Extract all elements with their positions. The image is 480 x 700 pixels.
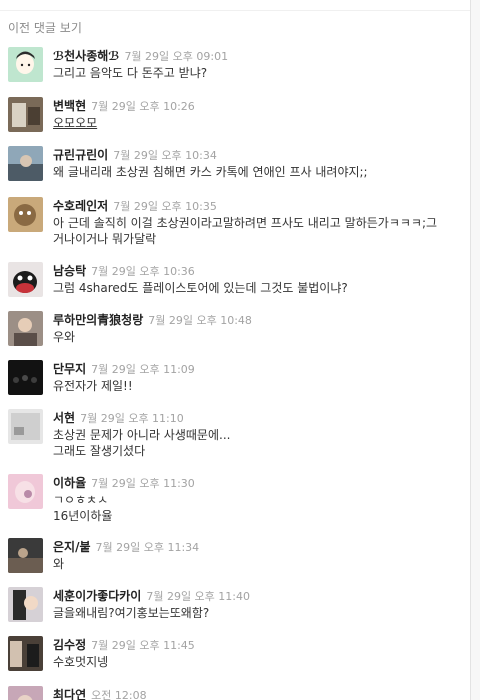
top-divider xyxy=(0,10,470,11)
photo-avatar-icon[interactable] xyxy=(8,146,43,181)
comment-text-line: 유전자가 제일!! xyxy=(53,379,133,393)
comment-author-name[interactable]: 이하율 xyxy=(53,476,86,490)
comment-meta: 단무지 7월 29일 오후 11:09 xyxy=(53,360,463,376)
comment-author-name[interactable]: 규린규린이 xyxy=(53,148,108,162)
cartoon-boy-avatar-icon[interactable] xyxy=(8,47,43,82)
comment-text-line: 오모오모 xyxy=(53,116,98,130)
comment-timestamp: 7월 29일 오후 11:45 xyxy=(91,639,195,652)
photo-avatar-icon[interactable] xyxy=(8,686,43,700)
comment-meta: 은지/붙 7월 29일 오후 11:34 xyxy=(53,538,463,554)
comment-text: ㄱㅇㅎㅊㅅ 16년이하율 xyxy=(53,492,463,524)
comment-timestamp: 7월 29일 오후 10:34 xyxy=(113,149,217,162)
comment-timestamp: 7월 29일 오후 11:30 xyxy=(91,477,195,490)
comment-text: 초상권 문제가 아니라 사생때문에... 그래도 잘생기셨다 xyxy=(53,427,463,459)
comment-timestamp: 7월 29일 오후 11:09 xyxy=(91,363,195,376)
comment-meta: 남승탁 7월 29일 오후 10:36 xyxy=(53,262,463,278)
photo-avatar-icon[interactable] xyxy=(8,636,43,671)
comment-text: 수호멋지넹 xyxy=(53,654,463,670)
comment-meta: 최다연 오전 12:08 xyxy=(53,686,463,700)
comment-timestamp: 7월 29일 오후 10:35 xyxy=(113,200,217,213)
dark-group-photo-avatar-icon[interactable] xyxy=(8,360,43,395)
comment-meta: 루하만의青狼청랑 7월 29일 오후 10:48 xyxy=(53,311,463,327)
comment-text-line: 우와 xyxy=(53,330,76,344)
photo-avatar-icon[interactable] xyxy=(8,409,43,444)
comment-timestamp: 오전 12:08 xyxy=(91,689,147,700)
penguin-avatar-icon[interactable] xyxy=(8,262,43,297)
comment-text: 그럼 4shared도 플레이스토어에 있는데 그것도 불법이냐? xyxy=(53,280,463,296)
comment-body: ℬ천사종해ℬ 7월 29일 오후 09:01 그리고 음악도 다 돈주고 받냐? xyxy=(53,47,463,81)
comment-text-line: 거나이거나 뭐가달락 xyxy=(53,232,157,246)
comment-text: 우와 xyxy=(53,329,463,345)
comment-meta: 변백현 7월 29일 오후 10:26 xyxy=(53,97,463,113)
comment-author-name[interactable]: 서현 xyxy=(53,411,75,425)
comment-text-line: 그럼 4shared도 플레이스토어에 있는데 그것도 불법이냐? xyxy=(53,281,348,295)
comment-text: 오모오모 xyxy=(53,115,463,131)
photo-avatar-icon[interactable] xyxy=(8,311,43,346)
comment-text-line: 와 xyxy=(53,557,65,571)
comment-author-name[interactable]: 세훈이가좋다카이 xyxy=(53,589,141,603)
comment-text-line: 수호멋지넹 xyxy=(53,655,109,669)
comment-body: 루하만의青狼청랑 7월 29일 오후 10:48 우와 xyxy=(53,311,463,345)
comment-author-name[interactable]: ℬ천사종해ℬ xyxy=(53,49,119,63)
comment-meta: 서현 7월 29일 오후 11:10 xyxy=(53,409,463,425)
comment-body: 김수정 7월 29일 오후 11:45 수호멋지넹 xyxy=(53,636,463,670)
comment-timestamp: 7월 29일 오후 11:40 xyxy=(146,590,250,603)
comment-text: 와 xyxy=(53,556,463,572)
comment-author-name[interactable]: 단무지 xyxy=(53,362,86,376)
comment-text-line: 그리고 음악도 다 돈주고 받냐? xyxy=(53,66,208,80)
comments-panel: 이전 댓글 보기 ℬ천사종해ℬ 7월 29일 오후 09:01 그리고 음악도 다 … xyxy=(0,0,471,700)
comment-meta: 김수정 7월 29일 오후 11:45 xyxy=(53,636,463,652)
comment-author-name[interactable]: 은지/붙 xyxy=(53,540,91,554)
comment-body: 남승탁 7월 29일 오후 10:36 그럼 4shared도 플레이스토어에 있는… xyxy=(53,262,463,296)
comment-body: 세훈이가좋다카이 7월 29일 오후 11:40 글을왜내림?여기홍보는또왜함? xyxy=(53,587,463,621)
comment-meta: 수호레인저 7월 29일 오후 10:35 xyxy=(53,197,463,213)
comment-timestamp: 7월 29일 오후 10:48 xyxy=(148,314,252,327)
prev-comments-link[interactable]: 이전 댓글 보기 xyxy=(8,19,82,36)
comment-text-line: 그래도 잘생기셨다 xyxy=(53,444,146,458)
comment-body: 단무지 7월 29일 오후 11:09 유전자가 제일!! xyxy=(53,360,463,394)
comment-timestamp: 7월 29일 오후 11:10 xyxy=(80,412,184,425)
comment-author-name[interactable]: 루하만의青狼청랑 xyxy=(53,313,143,327)
comment-text: 유전자가 제일!! xyxy=(53,378,463,394)
comment-text-line: 글을왜내림?여기홍보는또왜함? xyxy=(53,606,210,620)
comment-author-name[interactable]: 김수정 xyxy=(53,638,86,652)
comment-meta: 이하율 7월 29일 오후 11:30 xyxy=(53,474,463,490)
comment-text: 글을왜내림?여기홍보는또왜함? xyxy=(53,605,463,621)
photo-avatar-icon[interactable] xyxy=(8,538,43,573)
comment-body: 변백현 7월 29일 오후 10:26 오모오모 xyxy=(53,97,463,131)
comment-body: 은지/붙 7월 29일 오후 11:34 와 xyxy=(53,538,463,572)
comment-timestamp: 7월 29일 오후 10:26 xyxy=(91,100,195,113)
scrollbar[interactable] xyxy=(471,0,480,700)
comment-timestamp: 7월 29일 오후 10:36 xyxy=(91,265,195,278)
photo-avatar-icon[interactable] xyxy=(8,474,43,509)
comment-author-name[interactable]: 변백현 xyxy=(53,99,86,113)
comment-text-line: 왜 글내리래 초상권 침해면 카스 카톡에 연애인 프사 내려야지;; xyxy=(53,165,368,179)
photo-avatar-icon[interactable] xyxy=(8,97,43,132)
comment-text-line: ㄱㅇㅎㅊㅅ xyxy=(53,493,109,507)
comment-text: 아 근데 솔직히 이걸 초상권이라고말하려면 프사도 내리고 말하든가ㅋㅋㅋ;그… xyxy=(53,215,463,247)
comment-author-name[interactable]: 남승탁 xyxy=(53,264,86,278)
comment-body: 최다연 오전 12:08 xyxy=(53,686,463,700)
comment-author-name[interactable]: 수호레인저 xyxy=(53,199,108,213)
photo-avatar-icon[interactable] xyxy=(8,587,43,622)
comment-meta: 세훈이가좋다카이 7월 29일 오후 11:40 xyxy=(53,587,463,603)
comment-body: 수호레인저 7월 29일 오후 10:35 아 근데 솔직히 이걸 초상권이라고말하… xyxy=(53,197,463,247)
comment-text-line: 16년이하율 xyxy=(53,509,113,523)
comment-body: 규린규린이 7월 29일 오후 10:34 왜 글내리래 초상권 침해면 카스 카톡… xyxy=(53,146,463,180)
comment-meta: 규린규린이 7월 29일 오후 10:34 xyxy=(53,146,463,162)
comment-meta: ℬ천사종해ℬ 7월 29일 오후 09:01 xyxy=(53,47,463,63)
comment-body: 이하율 7월 29일 오후 11:30 ㄱㅇㅎㅊㅅ 16년이하율 xyxy=(53,474,463,524)
comment-timestamp: 7월 29일 오후 11:34 xyxy=(95,541,200,554)
comment-timestamp: 7월 29일 오후 09:01 xyxy=(124,50,229,63)
comment-author-name[interactable]: 최다연 xyxy=(53,688,86,700)
comment-text-line: 초상권 문제가 아니라 사생때문에... xyxy=(53,428,231,442)
comment-text: 왜 글내리래 초상권 침해면 카스 카톡에 연애인 프사 내려야지;; xyxy=(53,164,463,180)
comment-body: 서현 7월 29일 오후 11:10 초상권 문제가 아니라 사생때문에... 그래도… xyxy=(53,409,463,459)
comment-text-line: 아 근데 솔직히 이걸 초상권이라고말하려면 프사도 내리고 말하든가ㅋㅋㅋ;그 xyxy=(53,216,438,230)
cartoon-face-avatar-icon[interactable] xyxy=(8,197,43,232)
comment-text: 그리고 음악도 다 돈주고 받냐? xyxy=(53,65,463,81)
